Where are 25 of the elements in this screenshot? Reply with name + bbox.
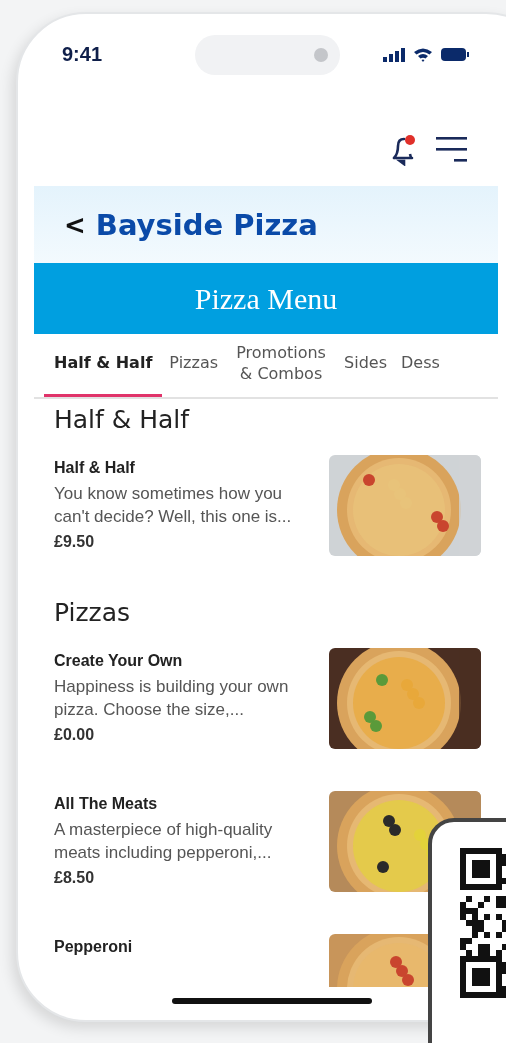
item-name[interactable]: Pepperoni bbox=[54, 938, 314, 956]
category-tab[interactable]: Dess bbox=[394, 341, 447, 397]
item-price: £8.50 bbox=[54, 869, 96, 887]
category-tab[interactable]: Promotions & Combos bbox=[225, 341, 338, 397]
restaurant-title: Bayside Pizza bbox=[95, 207, 318, 242]
category-tab[interactable]: Half & Half bbox=[44, 341, 163, 397]
item-name[interactable]: Half & Half bbox=[54, 459, 314, 477]
item-price: £0.00 bbox=[54, 726, 96, 744]
menu-icon[interactable] bbox=[436, 134, 468, 163]
battery-icon bbox=[441, 48, 469, 61]
back-button[interactable]: < bbox=[64, 209, 86, 240]
item-name[interactable]: All The Meats bbox=[54, 795, 314, 813]
category-tab[interactable]: Pizzas bbox=[162, 341, 226, 397]
item-description: Happiness is building your own pizza. Choose the size,... bbox=[54, 676, 290, 721]
signal-icon bbox=[383, 47, 405, 62]
item-name[interactable]: Create Your Own bbox=[54, 652, 314, 670]
banner-title: Pizza Menu bbox=[194, 281, 338, 316]
item-description: A masterpiece of high-quality meats including pepperoni,... bbox=[54, 819, 274, 864]
status-time: 9:41 bbox=[62, 43, 104, 66]
category-tab[interactable]: Sides bbox=[337, 341, 394, 397]
item-description: You know sometimes how you can't decide? Well, this one is... bbox=[54, 483, 293, 528]
section-title: Pizzas bbox=[54, 598, 132, 629]
item-price: £9.50 bbox=[54, 533, 96, 551]
wifi-icon bbox=[413, 47, 433, 62]
section-title: Half & Half bbox=[54, 405, 191, 436]
